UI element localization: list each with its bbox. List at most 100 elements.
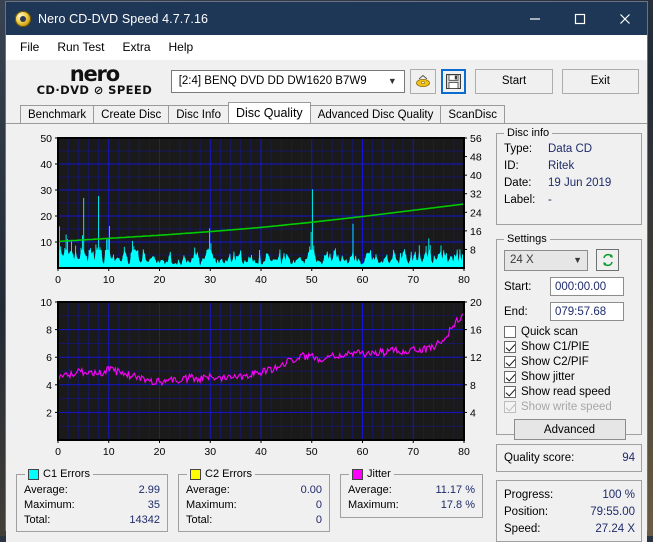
svg-text:2: 2	[46, 407, 52, 419]
quality-score-label: Quality score:	[504, 452, 575, 464]
svg-text:4: 4	[470, 407, 476, 419]
speed-value: 27.24 X	[595, 523, 635, 535]
quality-score-row: Quality score: 94	[504, 450, 635, 467]
table-row: Maximum: 0	[186, 498, 322, 513]
refresh-button[interactable]	[596, 249, 619, 271]
svg-text:4: 4	[46, 380, 52, 392]
jitter-chart: 2 4 6 8 10 4 8 12 16 20 0 10 20 30 40 50 60 70 80	[40, 297, 482, 458]
svg-text:70: 70	[407, 446, 419, 458]
checkbox-show-jitter[interactable]: Show jitter	[504, 371, 635, 383]
checkbox-show-write-speed: Show write speed	[504, 401, 635, 413]
title-bar: Nero CD-DVD Speed 4.7.7.16	[6, 2, 647, 35]
start-label: Start:	[504, 280, 532, 293]
menu-item-file[interactable]: File	[11, 37, 48, 57]
c1-maximum-label: Maximum:	[24, 499, 75, 511]
checkbox-label: Show C2/PIF	[521, 356, 589, 368]
sidebar: Disc info Type: Data CD ID: Ritek Date: 19 …	[493, 124, 647, 542]
table-row: Maximum: 17.8 %	[348, 498, 475, 513]
menu-bar: File Run Test Extra Help	[6, 35, 647, 60]
c2-total-value: 0	[315, 514, 322, 526]
tab-disc-info[interactable]: Disc Info	[168, 105, 229, 123]
svg-text:10: 10	[103, 446, 115, 458]
disc-date-label: Date:	[504, 177, 532, 189]
checkbox-label: Show jitter	[521, 371, 575, 383]
svg-text:8: 8	[470, 244, 476, 256]
maximize-icon[interactable]	[557, 2, 602, 35]
advanced-button[interactable]: Advanced	[513, 419, 626, 440]
svg-text:40: 40	[255, 274, 267, 286]
menu-item-extra[interactable]: Extra	[113, 37, 159, 57]
svg-text:40: 40	[470, 170, 482, 182]
svg-text:6: 6	[46, 352, 52, 364]
svg-text:30: 30	[40, 185, 52, 197]
speed-select-value: 24 X	[510, 254, 534, 266]
position-label: Position:	[504, 506, 549, 518]
svg-text:48: 48	[470, 152, 482, 164]
svg-text:8: 8	[46, 325, 52, 337]
save-icon	[445, 73, 461, 89]
save-button[interactable]	[440, 68, 467, 94]
svg-text:60: 60	[357, 446, 369, 458]
checkbox-box	[504, 371, 516, 383]
disc-label-value: -	[548, 194, 552, 206]
checkbox-label: Show read speed	[521, 386, 611, 398]
tab-create-disc[interactable]: Create Disc	[93, 105, 170, 123]
disc-id-label: ID:	[504, 160, 519, 172]
disc-date-row: Date: 19 Jun 2019	[504, 175, 635, 192]
svg-text:20: 20	[154, 446, 166, 458]
checkbox-show-c2-pif[interactable]: Show C2/PIF	[504, 356, 635, 368]
svg-text:12: 12	[470, 352, 482, 364]
start-input[interactable]: 000:00.00	[550, 277, 624, 296]
quality-score-value: 94	[622, 452, 635, 464]
c1-color-swatch	[28, 468, 39, 480]
tab-benchmark[interactable]: Benchmark	[20, 105, 95, 123]
charts-column: 10 20 30 40 50 8 16 24 32 40 48 56 0 10 20 30 40 50 60 70 80…	[6, 124, 493, 542]
tab-advanced-disc-quality[interactable]: Advanced Disc Quality	[309, 105, 442, 123]
eject-disc-button[interactable]	[409, 68, 436, 94]
drive-select[interactable]: [2:4] BENQ DVD DD DW1620 B7W9 ▼	[170, 69, 405, 93]
chevron-down-icon: ▼	[387, 76, 397, 86]
svg-text:70: 70	[407, 274, 419, 286]
end-input[interactable]: 079:57.68	[550, 302, 624, 321]
svg-text:16: 16	[470, 226, 482, 238]
tab-disc-quality[interactable]: Disc Quality	[228, 102, 311, 123]
exit-button[interactable]: Exit	[561, 68, 639, 94]
menu-item-run-test[interactable]: Run Test	[48, 37, 113, 57]
progress-row: Progress: 100 %	[504, 487, 635, 504]
svg-text:10: 10	[103, 274, 115, 286]
disc-id-value: Ritek	[548, 160, 575, 172]
c2-color-swatch	[190, 468, 201, 480]
tab-scandisc[interactable]: ScanDisc	[440, 105, 505, 123]
c1-total-label: Total:	[24, 514, 51, 526]
jitter-title: Jitter	[349, 468, 394, 480]
close-icon[interactable]	[602, 2, 647, 35]
c1-average-label: Average:	[24, 484, 68, 496]
drive-select-value: [2:4] BENQ DVD DD DW1620 B7W9	[178, 75, 367, 87]
speed-select[interactable]: 24 X ▼	[504, 249, 588, 271]
minimize-icon[interactable]	[512, 2, 557, 35]
disc-icon	[15, 10, 31, 27]
svg-text:30: 30	[204, 274, 216, 286]
jitter-color-swatch	[352, 468, 363, 480]
settings-panel: Settings 24 X ▼ Start: 000:00.00 End: 07…	[496, 233, 642, 440]
status-panel: Progress: 100 % Position: 79:55.00 Speed: 2…	[496, 480, 642, 542]
checkbox-quick-scan[interactable]: Quick scan	[504, 326, 635, 338]
menu-item-help[interactable]: Help	[160, 37, 203, 57]
end-field-row: End: 079:57.68	[504, 302, 635, 321]
speed-row: Speed: 27.24 X	[504, 521, 635, 538]
c2-errors-stats: C2 Errors Average: 0.00 Maximum: 0 Total: 0	[178, 468, 330, 532]
svg-text:56: 56	[470, 133, 482, 145]
table-row: Total: 14342	[24, 513, 160, 528]
disc-quality-panel: 10 20 30 40 50 8 16 24 32 40 48 56 0 10 20 30 40 50 60 70 80…	[6, 123, 647, 542]
disc-type-value: Data CD	[548, 143, 593, 155]
nero-logo: nero CD·DVD ⊘ SPEED	[14, 64, 167, 97]
svg-text:40: 40	[40, 159, 52, 171]
checkbox-show-read-speed[interactable]: Show read speed	[504, 386, 635, 398]
checkbox-show-c1-pie[interactable]: Show C1/PIE	[504, 341, 635, 353]
disc-info-panel: Disc info Type: Data CD ID: Ritek Date: 19 …	[496, 127, 642, 225]
start-button[interactable]: Start	[475, 68, 553, 94]
checkbox-box	[504, 326, 516, 338]
c1-errors-title: C1 Errors	[25, 468, 94, 480]
jitter-average-label: Average:	[348, 484, 392, 496]
window-controls	[512, 2, 647, 35]
